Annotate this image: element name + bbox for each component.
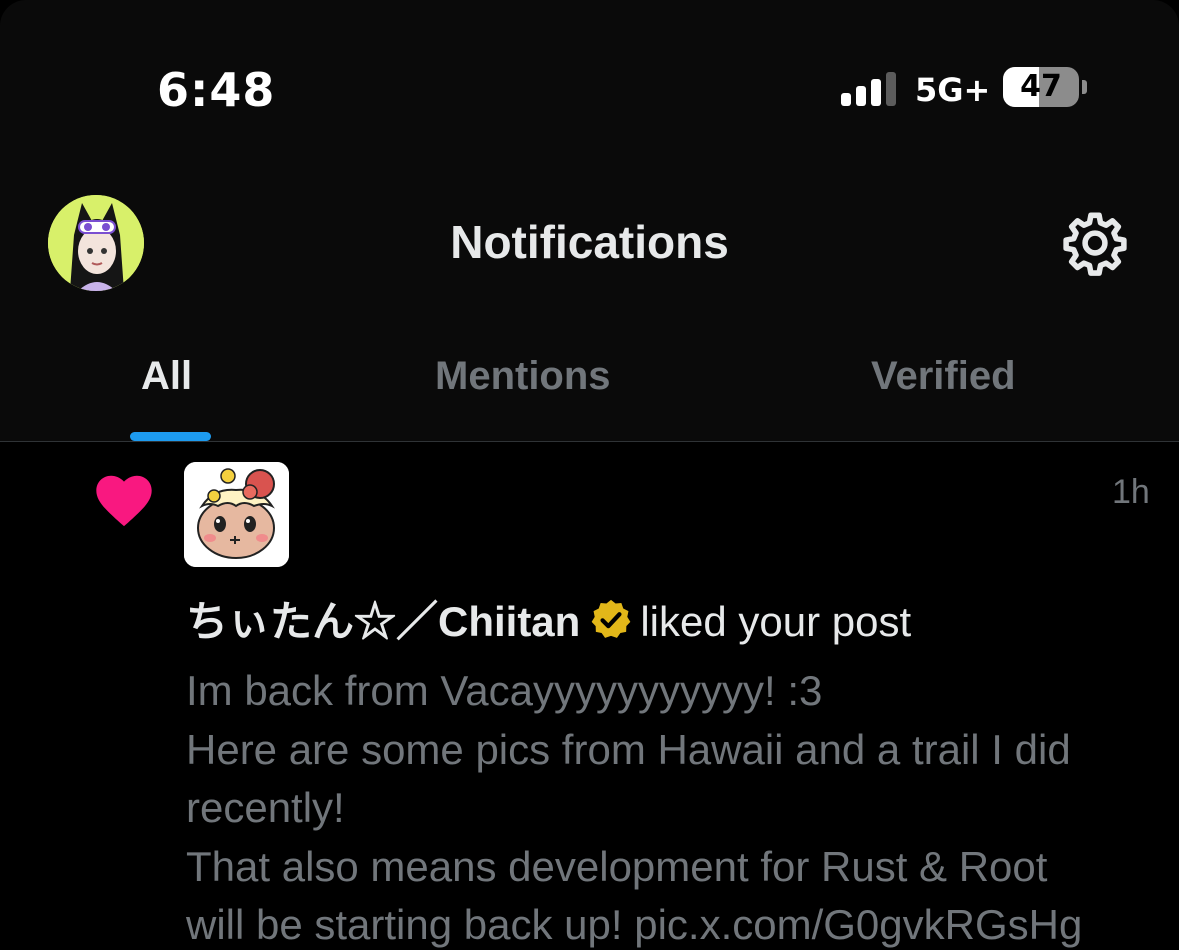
- post-line: will be starting back up! pic.x.com/G0gv…: [186, 901, 1083, 948]
- battery-icon: 47: [1003, 67, 1079, 107]
- signal-strength-icon: [841, 72, 898, 106]
- sender-avatar[interactable]: [184, 462, 289, 567]
- divider: [0, 441, 1179, 442]
- top-bar: 6:48 5G+ 47 Notifications All Mentions V…: [0, 0, 1179, 442]
- heart-icon: [92, 470, 156, 528]
- tab-all[interactable]: All: [141, 350, 192, 402]
- notification-action: liked your post: [640, 598, 912, 645]
- tab-mentions[interactable]: Mentions: [435, 350, 611, 402]
- battery-tip: [1082, 80, 1087, 94]
- page-title: Notifications: [450, 216, 729, 268]
- post-line: recently!: [186, 784, 345, 831]
- notification-time: 1h: [1112, 473, 1150, 511]
- post-line: That also means development for Rust & R…: [186, 842, 1048, 890]
- network-type: 5G+: [915, 71, 991, 109]
- verified-badge-icon: [588, 597, 634, 643]
- active-tab-indicator: [130, 432, 211, 441]
- sender-name[interactable]: ちぃたん☆／Chiitan: [186, 598, 580, 645]
- status-time: 6:48: [157, 63, 276, 117]
- tab-verified[interactable]: Verified: [871, 350, 1016, 402]
- post-line: Here are some pics from Hawaii and a tra…: [186, 725, 1071, 773]
- sender-avatar-image: [184, 462, 289, 567]
- battery-percent: 47: [1020, 69, 1062, 104]
- gear-icon[interactable]: [1060, 208, 1130, 278]
- post-preview[interactable]: Im back from Vacayyyyyyyyyyy! :3 Here ar…: [186, 662, 1176, 950]
- post-line: Im back from Vacayyyyyyyyyyy! :3: [186, 667, 823, 714]
- notification-headline[interactable]: ちぃたん☆／Chiitan liked your post: [186, 596, 911, 648]
- phone-screen: 6:48 5G+ 47 Notifications All Mentions V…: [0, 0, 1179, 950]
